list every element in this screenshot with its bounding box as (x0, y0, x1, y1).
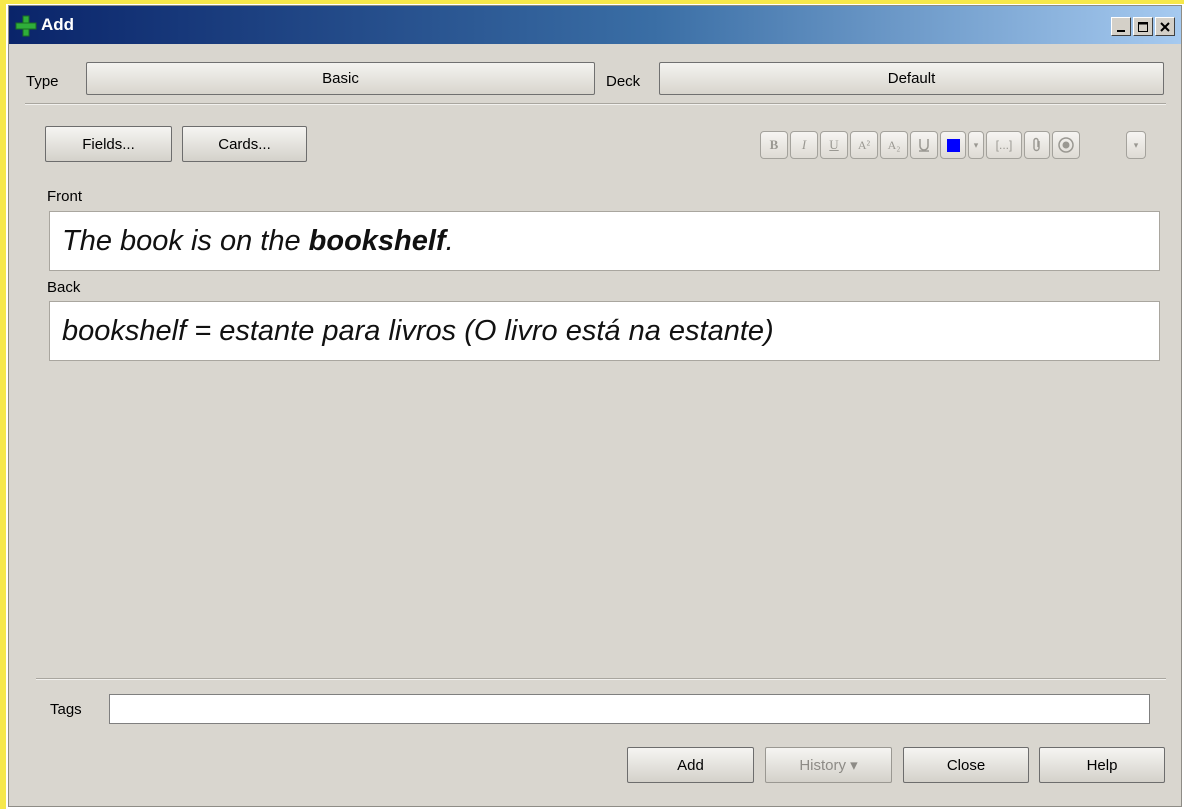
front-field-editor[interactable]: The book is on the bookshelf. (49, 211, 1160, 271)
divider-top (25, 103, 1166, 105)
front-text: The book is on the bookshelf. (62, 225, 454, 258)
text-color-swatch-icon (946, 138, 960, 152)
fields-button[interactable]: Fields... (45, 126, 172, 162)
underline-button[interactable]: U (820, 131, 848, 159)
superscript-icon: A² (857, 137, 871, 152)
close-icon (1160, 21, 1170, 32)
add-window: Add Type Basic Deck Default Fields... Ca… (8, 5, 1182, 807)
add-button-label: Add (677, 756, 704, 774)
deck-label: Deck (606, 73, 641, 90)
minimize-button[interactable] (1111, 17, 1131, 36)
back-field-editor[interactable]: bookshelf = estante para livros (O livro… (49, 301, 1160, 361)
help-button-label: Help (1086, 756, 1118, 774)
note-type-selector[interactable]: Basic (86, 62, 595, 95)
record-icon (1058, 137, 1074, 153)
close-button[interactable]: Close (903, 747, 1029, 783)
text-color-button[interactable] (940, 131, 966, 159)
cards-button[interactable]: Cards... (182, 126, 307, 162)
cloze-label: [...] (995, 138, 1013, 152)
background-edge-left (0, 0, 6, 809)
maximize-icon (1138, 21, 1148, 32)
front-text-suffix: . (445, 224, 454, 257)
maximize-button[interactable] (1133, 17, 1153, 36)
clear-format-icon (919, 139, 929, 152)
title-bar: Add (9, 6, 1181, 44)
window-title: Add (41, 15, 75, 34)
subscript-icon: A₂ (887, 137, 901, 152)
back-text: bookshelf = estante para livros (O livro… (62, 314, 774, 347)
attach-button[interactable] (1024, 131, 1050, 159)
tags-input[interactable] (109, 694, 1150, 724)
clear-format-button[interactable] (910, 131, 938, 159)
paperclip-icon (1033, 137, 1040, 152)
underline-icon: U (829, 137, 839, 152)
more-options-button[interactable]: ▾ (1126, 131, 1146, 159)
deck-selector[interactable]: Default (659, 62, 1164, 95)
background-edge-top (0, 0, 1184, 4)
add-plus-icon (15, 15, 37, 37)
help-button[interactable]: Help (1039, 747, 1165, 783)
italic-button[interactable]: I (790, 131, 818, 159)
type-label: Type (26, 73, 59, 90)
close-window-button[interactable] (1155, 17, 1175, 36)
bold-icon: B (769, 137, 779, 152)
record-audio-button[interactable] (1052, 131, 1080, 159)
front-text-prefix: The book is on the (62, 224, 309, 257)
history-button-label: History ▾ (799, 757, 858, 774)
superscript-button[interactable]: A² (850, 131, 878, 159)
text-color-dropdown[interactable]: ▾ (968, 131, 984, 159)
history-button[interactable]: History ▾ (765, 747, 892, 783)
front-text-bold: bookshelf (308, 224, 446, 257)
more-chevron-down-icon: ▾ (1133, 139, 1139, 150)
front-field-label: Front (47, 188, 83, 205)
close-button-label: Close (946, 756, 986, 774)
cards-button-label: Cards... (218, 135, 271, 153)
minimize-icon (1117, 29, 1125, 32)
subscript-button[interactable]: A₂ (880, 131, 908, 159)
divider-bottom (36, 678, 1166, 680)
chevron-down-icon: ▾ (973, 139, 979, 150)
tags-label: Tags (50, 701, 82, 718)
deck-value: Default (887, 70, 936, 87)
cloze-button[interactable]: [...] (986, 131, 1022, 159)
add-button[interactable]: Add (627, 747, 754, 783)
italic-icon: I (801, 137, 807, 152)
note-type-value: Basic (322, 70, 359, 87)
bold-button[interactable]: B (760, 131, 788, 159)
back-field-label: Back (47, 279, 81, 296)
fields-button-label: Fields... (82, 135, 135, 153)
